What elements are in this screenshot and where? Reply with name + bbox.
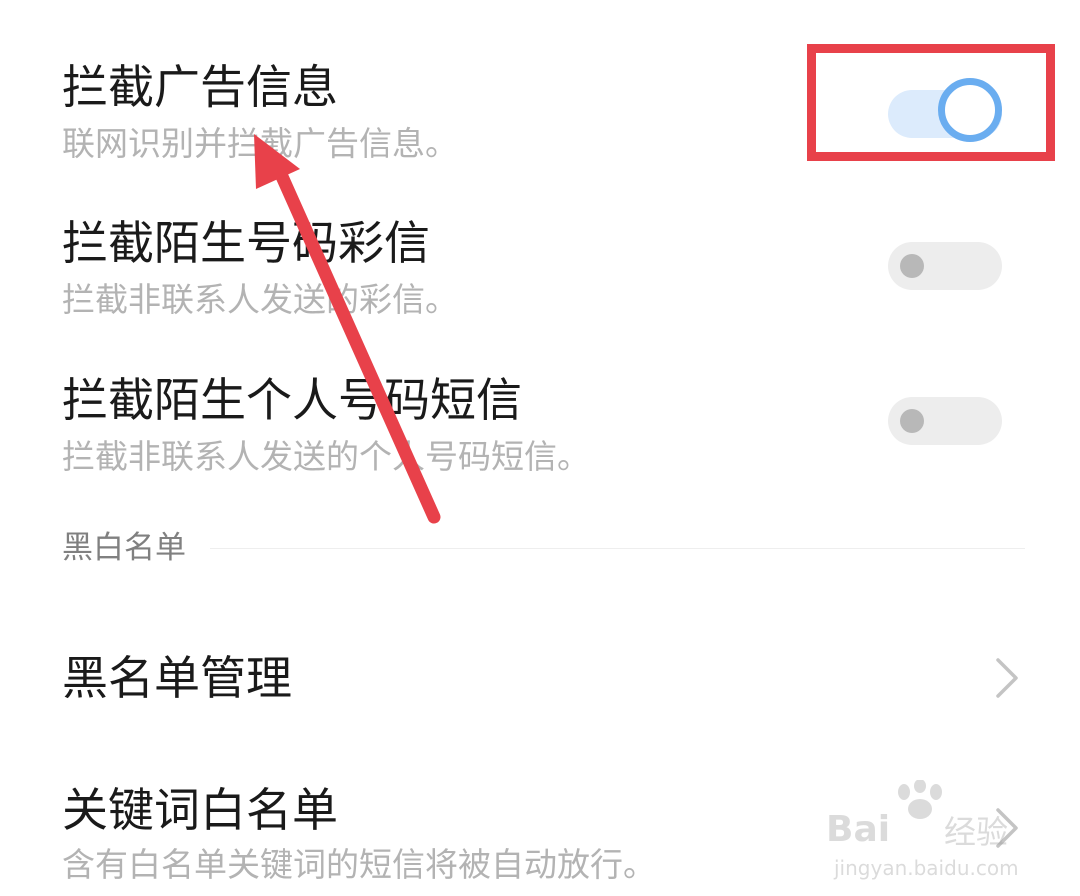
baidu-jingyan-watermark: Bai 经验 jingyan.baidu.com [826,780,1036,890]
message-block-settings-screen: 拦截广告信息 联网识别并拦截广告信息。 拦截陌生号码彩信 拦截非联系人发送的彩信… [0,0,1080,896]
paw-icon [898,780,942,819]
annotation-arrow [254,134,441,524]
watermark-brand: Bai [826,809,891,850]
watermark-url: jingyan.baidu.com [834,856,1019,880]
watermark-brand-cn: 经验 [944,813,1009,851]
